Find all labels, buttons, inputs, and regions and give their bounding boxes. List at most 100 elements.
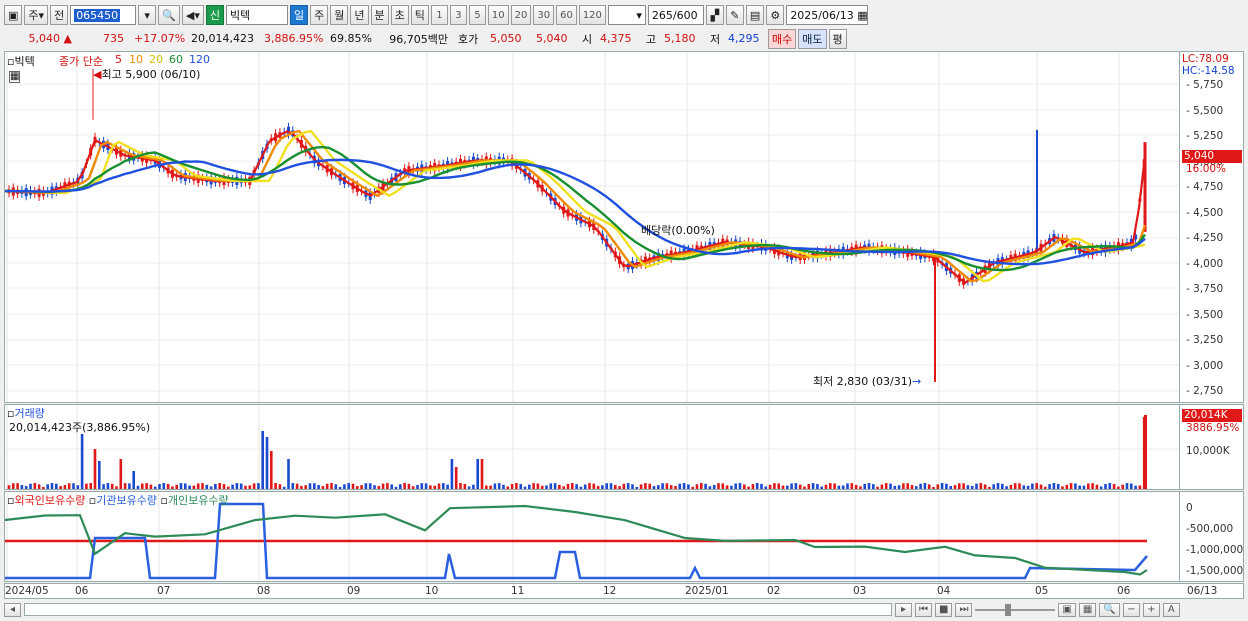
volume-bar [562, 486, 565, 489]
stock-name-field[interactable]: 빅텍 [226, 5, 288, 25]
volume-bar [953, 485, 957, 489]
stop-icon[interactable]: ■ [935, 602, 953, 617]
volume-bar [55, 483, 58, 489]
minus-icon[interactable]: − [1122, 602, 1140, 617]
count-field[interactable]: 265/600 [647, 5, 704, 25]
period-tab-day[interactable]: 일 [290, 5, 309, 25]
eval-button[interactable]: 평 [828, 28, 847, 49]
layout-icon[interactable]: ▣ [1058, 602, 1076, 617]
volume-bar [1069, 483, 1073, 489]
open-label: 시 [582, 32, 593, 46]
volume-bar [704, 483, 707, 489]
zoom-slider-handle[interactable] [1005, 603, 1012, 616]
interval-dropdown[interactable]: ▾ [607, 5, 646, 25]
period-tab-month[interactable]: 월 [330, 5, 349, 25]
volume-bar [523, 486, 527, 489]
interval-3[interactable]: 3 [449, 5, 467, 25]
volume-summary: 20,014,423주(3,886.95%) [9, 421, 151, 434]
volume-bar [1078, 485, 1081, 489]
volume-bar [231, 484, 234, 489]
volume-bar [351, 483, 355, 489]
dividend-note: 배당락(0.00%) [641, 224, 715, 237]
period-tab-week[interactable]: 주 [310, 5, 329, 25]
volume-bar [46, 484, 49, 489]
calculator-icon[interactable]: ▦ [9, 71, 21, 83]
volume-bar [687, 484, 690, 489]
volume-bar [67, 483, 71, 489]
current-pct-tag: 16.00% [1186, 163, 1227, 175]
volume-bar [592, 483, 596, 489]
volume-bar [622, 483, 626, 489]
volume-bar [261, 431, 264, 489]
interval-30[interactable]: 30 [533, 5, 555, 25]
chart-tools-icon[interactable]: ▞ [705, 5, 724, 25]
volume-bar [824, 484, 828, 489]
volume-bar [98, 461, 101, 489]
period-tab-tick[interactable]: 틱 [410, 5, 429, 25]
volume-bar [1095, 484, 1099, 489]
volume-bar [347, 483, 350, 489]
prev-button[interactable]: 전 [50, 5, 69, 25]
bottom-bar: ◂ ▸ ⏮ ■ ⏭ ▣ ▦ 🔍 − + A [4, 601, 1244, 618]
interval-1[interactable]: 1 [430, 5, 448, 25]
interval-120[interactable]: 120 [578, 5, 606, 25]
price-pane[interactable]: ▫빅텍 종가 단순 5 10 20 60 120 ▦ ◀최고 5,900 (06… [4, 51, 1180, 403]
volume-bar [411, 486, 415, 489]
save-icon[interactable]: ▤ [745, 5, 765, 25]
holding-axis: 0 -500,000 -1,000,000 -1,500,000 [1180, 491, 1244, 582]
volume-bar [966, 485, 970, 489]
interval-10[interactable]: 10 [487, 5, 509, 25]
volume-bar [1074, 483, 1077, 489]
volume-bar [936, 484, 940, 489]
buy-button[interactable]: 매수 [768, 28, 797, 49]
new-badge: 신 [205, 5, 224, 25]
auto-icon[interactable]: A [1162, 602, 1180, 617]
volume-bar [50, 483, 54, 489]
zoom-icon[interactable]: 🔍 [1099, 602, 1120, 617]
volume-bar [321, 486, 325, 489]
window-icon[interactable]: ▣ [4, 5, 23, 25]
volume-bar [1065, 484, 1069, 489]
volume-bar [317, 485, 320, 489]
period-tab-minute[interactable]: 분 [370, 5, 389, 25]
volume-pane[interactable]: ▫거래량 20,014,423주(3,886.95%) [4, 404, 1180, 490]
volume-bar [467, 486, 471, 489]
volume-bar [472, 484, 475, 489]
volume-bar [708, 486, 712, 489]
volume-bar [932, 486, 935, 489]
draw-icon[interactable]: ✎ [725, 5, 744, 25]
interval-20[interactable]: 20 [510, 5, 532, 25]
volume-bar [738, 483, 742, 489]
scroll-right-icon[interactable]: ▸ [895, 602, 912, 617]
volume-bar [420, 483, 424, 489]
volume-bar [996, 483, 1000, 489]
period-short-select[interactable]: 주 ▾ [24, 5, 49, 25]
x-label: 06 [75, 585, 89, 597]
speaker-icon[interactable]: ◀▾ [181, 5, 204, 25]
volume-bar [644, 483, 647, 489]
code-dropdown-icon[interactable]: ▾ [138, 5, 157, 25]
period-tab-second[interactable]: 초 [390, 5, 409, 25]
zoom-slider[interactable] [975, 603, 1056, 616]
plus-icon[interactable]: + [1142, 602, 1160, 617]
interval-60[interactable]: 60 [556, 5, 577, 25]
first-icon[interactable]: ⏮ [915, 602, 932, 617]
compare-icon[interactable]: ▦ [1078, 602, 1097, 617]
sell-button[interactable]: 매도 [798, 28, 827, 49]
volume-bar [669, 485, 673, 489]
interval-5[interactable]: 5 [468, 5, 486, 25]
search-icon[interactable]: 🔍 [158, 5, 180, 25]
gear-icon[interactable]: ⚙ [766, 5, 785, 25]
volume-bar [338, 486, 342, 489]
period-tab-year[interactable]: 년 [350, 5, 369, 25]
stock-code-input[interactable]: 065450 [70, 5, 137, 25]
volume-bar [141, 483, 144, 489]
amount: 96,705백만 [389, 32, 448, 46]
horizontal-scrollbar[interactable] [24, 603, 892, 616]
scroll-left-icon[interactable]: ◂ [4, 602, 21, 617]
last-icon[interactable]: ⏭ [955, 602, 973, 617]
holding-pane[interactable]: ▫외국인보유수량 ▫기관보유수량 ▫개인보유수량 [4, 491, 1180, 582]
volume-bar [291, 483, 295, 489]
volume-bar [919, 483, 922, 489]
date-field[interactable]: 2025/06/13 ▦ [786, 5, 869, 25]
